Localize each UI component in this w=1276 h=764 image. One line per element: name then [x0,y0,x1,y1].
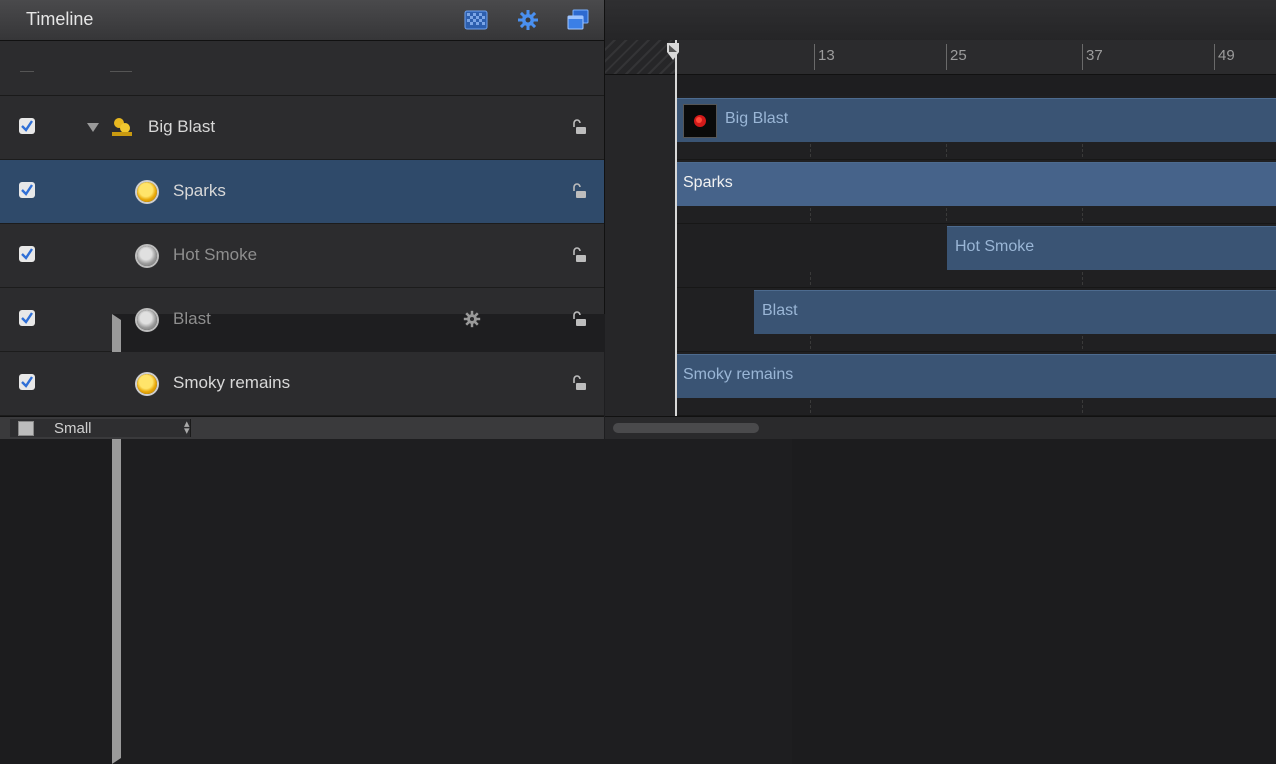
layer-visibility-checkbox[interactable] [19,374,35,390]
track-sparks: Sparks [675,160,1276,224]
track-big-blast: Big Blast [675,96,1276,160]
layer-list-footer: Small ▴ ▾ [0,416,604,439]
grid-line [946,208,948,221]
emitter-icon [137,310,157,330]
popup-arrows-icon: ▴ ▾ [184,418,190,437]
lock-icon[interactable] [570,310,588,328]
disclosure-triangle-icon[interactable] [87,123,99,132]
timebar-blast[interactable]: Blast [754,290,1276,334]
timebar-hot-smoke[interactable]: Hot Smoke [947,226,1276,270]
panel-title: Timeline [26,9,94,29]
timeline-toolbar [605,0,1276,41]
track-blast: Blast [675,288,1276,352]
timeline-window: Timeline Big Blast Sparks Hot Smoke Blas… [0,0,1276,764]
grid-line [1082,400,1084,413]
layer-row-sparks[interactable]: Sparks [0,160,604,224]
emitter-icon [137,374,157,394]
timeline-header: Timeline [0,0,604,41]
layer-row-hot-smoke[interactable]: Hot Smoke [0,224,604,288]
emitter-icon [137,182,157,202]
layer-visibility-checkbox[interactable] [19,182,35,198]
timeline-pre-roll [605,75,675,416]
gear-icon[interactable] [516,8,540,32]
lock-icon[interactable] [570,182,588,200]
timebar-big-blast[interactable]: Big Blast [675,98,1276,142]
ruler-tick [1082,44,1083,70]
timebar-sparks[interactable]: Sparks [675,162,1276,206]
divider [20,71,34,72]
timebar-label: Hot Smoke [955,238,1035,255]
layer-name: Blast [173,309,211,328]
grid-line [1082,144,1084,157]
grid-line [810,208,812,221]
track-size-popup[interactable]: Small ▴ ▾ [10,419,191,437]
lock-icon[interactable] [570,374,588,392]
layer-thumbnail [683,104,717,138]
group-icon [110,114,134,138]
layer-list-header [0,41,604,96]
scrollbar-thumb[interactable] [613,423,759,433]
grid-line [1082,336,1084,349]
layer-row-blast[interactable]: Blast [0,288,792,764]
divider [110,71,132,72]
ruler-tick [814,44,815,70]
layer-visibility-checkbox[interactable] [19,246,35,262]
playhead-handle-icon[interactable] [665,42,681,67]
emitter-icon [137,246,157,266]
layer-visibility-checkbox[interactable] [19,118,35,134]
thumbnail-size-icon [18,421,34,436]
horizontal-scrollbar[interactable] [605,416,1276,439]
timeline-track-area: 13 25 37 49 Big Blast Sparks Hot Smoke B… [605,0,1276,439]
grid-line [810,272,812,285]
layer-name: Sparks [173,181,226,200]
layer-name: Big Blast [148,117,216,136]
grid-line [810,144,812,157]
layers-list-panel: Timeline Big Blast Sparks Hot Smoke Blas… [0,0,792,764]
layer-row-smoky-remains[interactable]: Smoky remains [0,352,604,416]
ruler-tick-label: 37 [1086,47,1103,64]
timebar-label: Sparks [683,174,733,191]
time-ruler[interactable] [605,40,1276,75]
stacked-windows-icon[interactable] [566,8,590,32]
layer-name: Smoky remains [173,373,291,392]
checker-grid-icon[interactable] [464,8,488,32]
timebar-label: Smoky remains [683,366,794,383]
ruler-tick-label: 49 [1218,47,1235,64]
ruler-tick-label: 13 [818,47,835,64]
ruler-tick-label: 25 [950,47,967,64]
grid-line [810,400,812,413]
ruler-tick [1214,44,1215,70]
grid-line [1082,272,1084,285]
behavior-gear-icon[interactable] [463,310,481,328]
grid-line [810,336,812,349]
track-size-value: Small [54,420,92,437]
playhead[interactable] [675,40,677,418]
lock-icon[interactable] [570,246,588,264]
layer-row-big-blast[interactable]: Big Blast [0,96,604,160]
grid-line [946,144,948,157]
track-hot-smoke: Hot Smoke [675,224,1276,288]
ruler-tick [946,44,947,70]
grid-line [1082,208,1084,221]
lock-icon[interactable] [570,118,588,136]
track-smoky-remains: Smoky remains [675,352,1276,416]
timebar-label: Blast [762,302,798,319]
layer-name: Hot Smoke [173,245,258,264]
timebar-label: Big Blast [725,110,789,127]
timebar-smoky-remains[interactable]: Smoky remains [675,354,1276,398]
layer-visibility-checkbox[interactable] [19,310,35,326]
